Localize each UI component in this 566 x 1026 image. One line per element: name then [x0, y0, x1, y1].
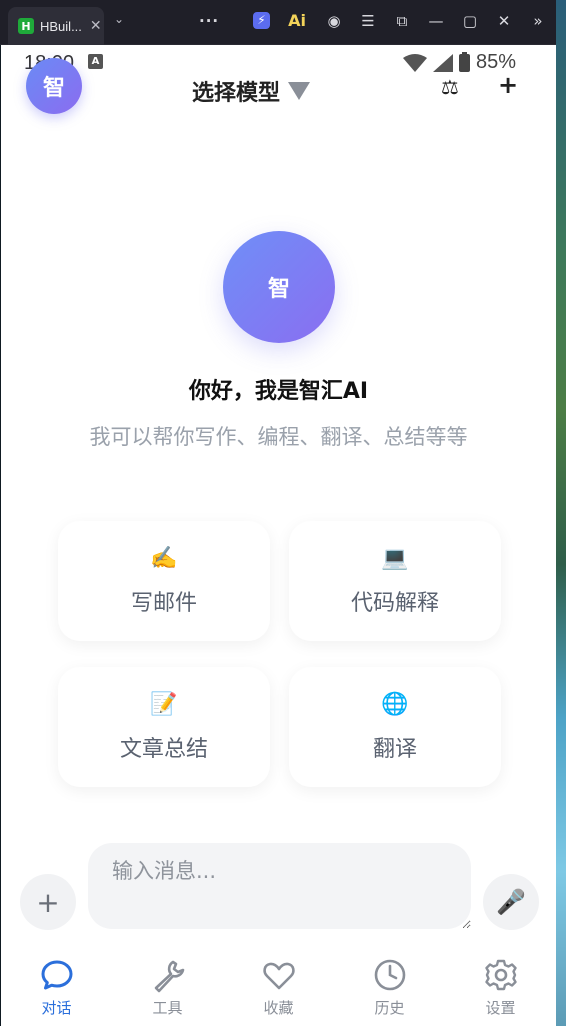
tab-label: 对话	[41, 999, 72, 1017]
chevron-down-icon[interactable]: ⌄	[114, 12, 124, 26]
heart-icon	[262, 962, 295, 990]
minimize-icon[interactable]: —	[426, 12, 446, 30]
account-icon[interactable]: ◉	[324, 12, 344, 30]
laptop-icon: 💻	[381, 546, 409, 571]
clock-icon	[374, 959, 405, 991]
quick-action-label: 写邮件	[130, 591, 197, 616]
phone-app: 18:00 A 85% 智 选择模型 ⚖ + 智 你好，我是智汇AI 我可以帮你…	[1, 45, 556, 1026]
tab-label: 工具	[152, 999, 183, 1017]
battery-icon	[458, 51, 470, 72]
globe-icon: 🌐	[381, 692, 409, 717]
screenshot-icon[interactable]: ⧉	[392, 12, 412, 30]
new-chat-button[interactable]: +	[498, 71, 518, 99]
menu-icon[interactable]: ☰	[358, 12, 378, 30]
ai-icon[interactable]: Ai	[284, 11, 310, 30]
browser-tab[interactable]: H HBuil... ✕	[8, 7, 104, 45]
bolt-icon[interactable]: ⚡	[253, 12, 270, 29]
tab-label: 设置	[485, 999, 516, 1017]
expand-icon[interactable]: »	[528, 12, 548, 30]
tab-title: HBuil...	[40, 18, 82, 34]
signal-icon	[432, 53, 453, 72]
more-icon[interactable]: ···	[199, 12, 219, 30]
wrench-icon	[154, 960, 184, 993]
message-input[interactable]	[88, 843, 471, 929]
welcome-subtitle: 我可以帮你写作、编程、翻译、总结等等	[89, 425, 468, 449]
scale-icon[interactable]: ⚖	[441, 75, 459, 99]
tab-settings[interactable]: 设置	[445, 951, 556, 1026]
user-avatar[interactable]: 智	[26, 58, 82, 114]
tab-label: 历史	[374, 999, 405, 1017]
tab-chat[interactable]: 对话	[1, 951, 112, 1026]
tab-tools[interactable]: 工具	[112, 951, 223, 1026]
memo-icon: 📝	[150, 692, 178, 717]
quick-action-code-explain[interactable]: 💻 代码解释	[289, 521, 501, 641]
window-toolbar: ··· ⚡ Ai ◉ ☰ ⧉ — ▢ ✕ »	[199, 11, 548, 30]
quick-action-translate[interactable]: 🌐 翻译	[289, 667, 501, 787]
quick-action-label: 翻译	[372, 737, 417, 762]
attach-button[interactable]: +	[20, 874, 76, 930]
welcome-title: 你好，我是智汇AI	[188, 379, 369, 404]
quick-action-write-email[interactable]: ✍️ 写邮件	[58, 521, 270, 641]
quick-action-summarize[interactable]: 📝 文章总结	[58, 667, 270, 787]
quick-action-label: 文章总结	[119, 737, 208, 762]
model-select[interactable]: 选择模型	[192, 75, 311, 107]
chat-icon	[41, 960, 72, 990]
quick-action-label: 代码解释	[350, 591, 439, 616]
assistant-avatar: 智	[223, 231, 335, 343]
maximize-icon[interactable]: ▢	[460, 12, 480, 30]
window-titlebar: H HBuil... ✕ ⌄ ··· ⚡ Ai ◉ ☰ ⧉ — ▢ ✕ »	[0, 0, 556, 45]
accessibility-icon: A	[88, 54, 103, 69]
close-icon[interactable]: ✕	[90, 18, 102, 34]
tab-history[interactable]: 历史	[334, 951, 445, 1026]
desktop-wallpaper	[556, 0, 566, 1026]
gear-icon	[484, 959, 517, 991]
tab-favorites[interactable]: 收藏	[223, 951, 334, 1026]
window-close-icon[interactable]: ✕	[494, 12, 514, 30]
model-select-label: 选择模型	[192, 81, 281, 106]
caret-down-icon	[288, 82, 311, 100]
hbuilder-logo-icon: H	[18, 18, 34, 34]
wifi-icon	[402, 53, 427, 72]
microphone-button[interactable]: 🎤	[483, 874, 539, 930]
tab-label: 收藏	[263, 999, 294, 1017]
writing-hand-icon: ✍️	[150, 546, 178, 571]
bottom-tabbar: 对话 工具 收藏 历史 设置	[1, 951, 556, 1026]
